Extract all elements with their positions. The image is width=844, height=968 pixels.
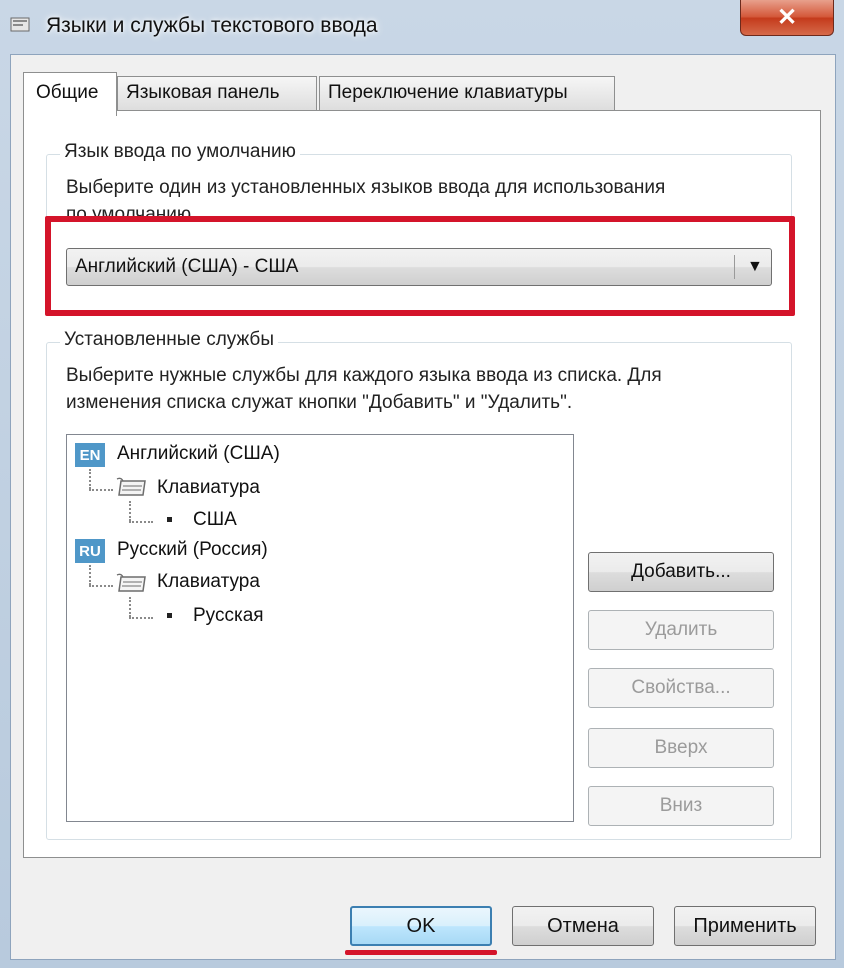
tree-layout-usa[interactable]: США bbox=[193, 509, 237, 531]
move-up-button[interactable]: Вверх bbox=[588, 728, 774, 768]
tree-layout-russian[interactable]: Русская bbox=[193, 605, 264, 627]
remove-button-label: Удалить bbox=[644, 619, 718, 640]
tab-general[interactable]: Общие bbox=[23, 72, 117, 116]
apply-button-label: Применить bbox=[693, 914, 797, 937]
cancel-button[interactable]: Отмена bbox=[512, 906, 654, 946]
cancel-button-label: Отмена bbox=[547, 914, 619, 937]
annotation-underline bbox=[345, 950, 497, 955]
annotation-highlight-box bbox=[45, 216, 795, 316]
tree-connector bbox=[129, 597, 131, 617]
installed-services-group-title: Установленные службы bbox=[60, 329, 278, 351]
bullet-icon bbox=[167, 613, 172, 618]
remove-button[interactable]: Удалить bbox=[588, 610, 774, 650]
move-up-button-label: Вверх bbox=[654, 737, 708, 758]
installed-services-description-line2: изменения списка служат кнопки "Добавить… bbox=[66, 392, 573, 413]
properties-button-label: Свойства... bbox=[631, 677, 731, 698]
default-language-description-line1: Выберите один из установленных языков вв… bbox=[66, 177, 666, 198]
tree-connector bbox=[129, 617, 153, 619]
tree-connector bbox=[129, 521, 153, 523]
apply-button[interactable]: Применить bbox=[674, 906, 816, 946]
tab-keyboard-switch[interactable]: Переключение клавиатуры bbox=[319, 76, 615, 112]
default-language-group-title: Язык ввода по умолчанию bbox=[60, 141, 300, 163]
bullet-icon bbox=[167, 517, 172, 522]
ru-language-icon: RU bbox=[75, 539, 105, 563]
keyboard-icon bbox=[116, 477, 146, 496]
title-bar[interactable]: Языки и службы текстового ввода ✕ bbox=[0, 0, 844, 54]
ok-button-label: OK bbox=[406, 914, 436, 937]
tree-connector bbox=[89, 489, 113, 491]
keyboard-icon bbox=[116, 573, 146, 592]
default-language-description-line2-clip: по умолчанию bbox=[66, 201, 226, 217]
tree-language-english[interactable]: Английский (США) bbox=[117, 443, 280, 465]
installed-services-description-line1: Выберите нужные службы для каждого языка… bbox=[66, 365, 662, 386]
en-language-icon: EN bbox=[75, 443, 105, 467]
tab-language-bar[interactable]: Языковая панель bbox=[117, 76, 317, 112]
ok-button[interactable]: OK bbox=[350, 906, 492, 946]
move-down-button-label: Вниз bbox=[659, 795, 703, 816]
tab-label: Общие bbox=[36, 82, 99, 103]
dialog-window: Языки и службы текстового ввода ✕ Общие … bbox=[0, 0, 844, 968]
add-button[interactable]: Добавить... bbox=[588, 552, 774, 592]
close-icon: ✕ bbox=[776, 4, 798, 31]
default-language-description-line2: по умолчанию bbox=[66, 204, 192, 217]
tree-connector bbox=[89, 565, 91, 585]
close-button[interactable]: ✕ bbox=[740, 0, 834, 36]
tree-language-russian[interactable]: Русский (Россия) bbox=[117, 539, 268, 561]
tab-label: Переключение клавиатуры bbox=[328, 82, 568, 103]
properties-button[interactable]: Свойства... bbox=[588, 668, 774, 708]
app-icon bbox=[10, 17, 30, 32]
window-title: Языки и службы текстового ввода bbox=[46, 14, 378, 37]
tree-connector bbox=[89, 585, 113, 587]
tree-connector bbox=[89, 469, 91, 489]
move-down-button[interactable]: Вниз bbox=[588, 786, 774, 826]
installed-services-tree[interactable]: EN Английский (США) Клавиатура США RU Ру… bbox=[66, 434, 574, 822]
tab-label: Языковая панель bbox=[126, 82, 280, 103]
add-button-label: Добавить... bbox=[631, 561, 731, 582]
tree-category-keyboard-ru[interactable]: Клавиатура bbox=[157, 571, 260, 593]
tree-category-keyboard-en[interactable]: Клавиатура bbox=[157, 477, 260, 499]
tree-connector bbox=[129, 501, 131, 521]
